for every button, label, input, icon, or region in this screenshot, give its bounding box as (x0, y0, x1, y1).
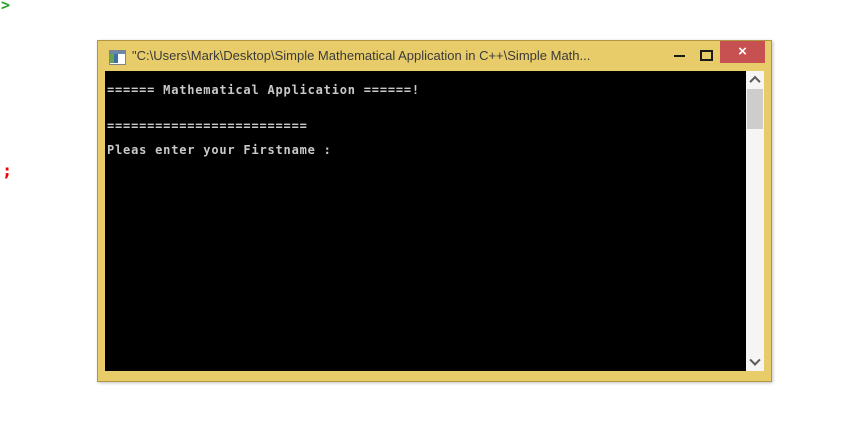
maximize-button[interactable] (692, 41, 720, 63)
scrollbar-thumb[interactable] (747, 89, 763, 129)
page-canvas: > ; "C:\Users\Mark\Desktop\Simple Mathem… (0, 0, 861, 439)
scroll-down-button[interactable] (746, 354, 764, 371)
scroll-up-button[interactable] (746, 71, 764, 88)
window-title: "C:\Users\Mark\Desktop\Simple Mathematic… (132, 48, 591, 63)
vertical-scrollbar[interactable] (746, 71, 764, 371)
console-window: "C:\Users\Mark\Desktop\Simple Mathematic… (97, 40, 772, 382)
minimize-button[interactable] (666, 41, 692, 63)
window-titlebar[interactable]: "C:\Users\Mark\Desktop\Simple Mathematic… (98, 41, 771, 71)
console-window-icon (109, 50, 126, 65)
chevron-down-icon (749, 354, 761, 366)
minimize-icon (673, 55, 685, 57)
code-artifact-semicolon: ; (2, 161, 13, 181)
chevron-up-icon (749, 75, 761, 87)
close-icon: × (738, 43, 747, 60)
code-artifact-greater-than: > (1, 0, 11, 14)
console-output-text: ====== Mathematical Application ======! … (107, 83, 420, 157)
maximize-icon (699, 50, 713, 61)
close-button[interactable]: × (720, 41, 765, 63)
console-screen[interactable]: ====== Mathematical Application ======! … (105, 71, 746, 371)
scrollbar-track[interactable] (746, 88, 764, 354)
window-controls: × (666, 41, 771, 71)
